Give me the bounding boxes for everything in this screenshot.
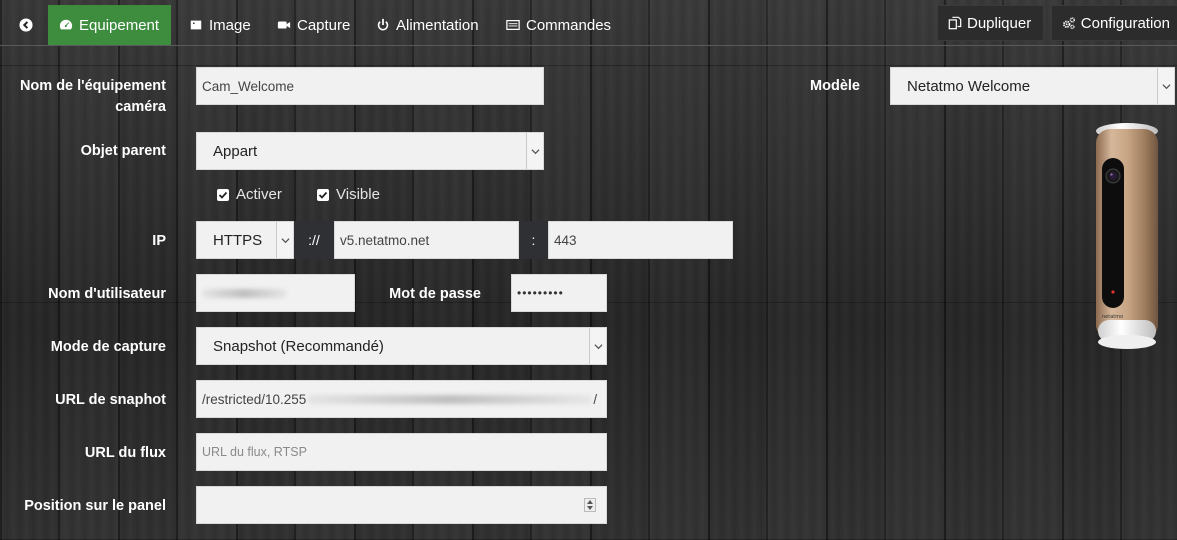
check-icon [317,188,329,201]
parent-object-label: Objet parent [80,143,166,159]
tab-alimentation[interactable]: Alimentation [365,5,489,45]
equipment-name-value: Cam_Welcome [202,78,295,94]
chevron-down-icon [276,222,293,258]
back-button[interactable] [8,5,44,45]
equipment-name-input[interactable]: Cam_Welcome [196,67,544,105]
stream-url-input[interactable]: URL du flux, RTSP [196,433,607,471]
activate-label: Activer [236,186,282,203]
snapshot-url-input[interactable]: /restricted/10.255 / [196,380,607,418]
capture-mode-select[interactable]: Snapshot (Recommandé) [196,327,607,365]
tab-label: Equipement [79,16,160,34]
password-label: Mot de passe [389,286,481,302]
host-input[interactable]: v5.netatmo.net [334,221,519,259]
stream-url-placeholder: URL du flux, RTSP [202,445,307,459]
configuration-label: Configuration [1080,14,1170,32]
visible-checkbox[interactable]: Visible [317,186,380,203]
username-input[interactable] [196,274,355,312]
tab-capture[interactable]: Capture [266,5,360,45]
capture-mode-label: Mode de capture [50,339,166,355]
visible-label: Visible [336,186,380,203]
number-spinner-icon[interactable] [584,498,596,512]
configuration-button[interactable]: Configuration [1051,5,1177,41]
duplicate-label: Dupliquer [967,14,1032,32]
duplicate-button[interactable]: Dupliquer [937,5,1044,41]
tab-label: Capture [297,16,351,34]
model-value: Netatmo Welcome [907,77,1031,95]
tab-label: Alimentation [396,16,479,34]
copy-icon [948,16,962,30]
tab-label: Commandes [526,16,612,34]
snapshot-url-prefix: /restricted/10.255 [202,391,307,407]
power-icon [375,17,391,33]
password-input[interactable]: ••••••••• [511,274,607,312]
username-label: Nom d'utilisateur [48,286,166,302]
parent-object-value: Appart [213,142,258,160]
snapshot-url-label: URL de snaphot [55,392,166,408]
password-value: ••••••••• [517,286,564,300]
chevron-down-icon [1157,68,1174,104]
tab-label: Image [209,16,251,34]
protocol-separator: :// [294,221,334,259]
snapshot-url-suffix: / [593,391,598,407]
arrow-circle-left-icon [18,17,34,33]
tab-image[interactable]: Image [178,5,261,45]
redacted-username [202,288,287,298]
model-select[interactable]: Netatmo Welcome [890,67,1175,105]
port-value: 443 [554,232,577,248]
parent-object-select[interactable]: Appart [196,132,544,170]
chevron-down-icon [589,328,606,364]
list-icon [505,17,521,33]
picture-icon [188,17,204,33]
gears-icon [1063,17,1075,30]
protocol-value: HTTPS [213,231,263,249]
panel-position-label: Position sur le panel [24,498,166,514]
tachometer-icon [58,17,74,33]
video-camera-icon [276,17,292,33]
capture-mode-value: Snapshot (Recommandé) [213,337,384,355]
activate-checkbox[interactable]: Activer [217,186,282,203]
camera-product-image: netatmo [1096,123,1158,349]
equipment-name-label: Nom de l'équipement caméra [19,78,166,115]
check-icon [217,188,229,201]
svg-text:netatmo: netatmo [1102,314,1123,320]
stream-url-label: URL du flux [84,445,166,461]
port-separator: : [519,221,548,259]
tab-equipement[interactable]: Equipement [48,5,171,45]
ip-label: IP [152,233,166,249]
chevron-down-icon [526,133,543,169]
panel-position-input[interactable] [196,486,607,524]
host-value: v5.netatmo.net [340,232,430,248]
protocol-select[interactable]: HTTPS [196,221,294,259]
model-label: Modèle [810,78,860,94]
redacted-url [307,394,593,404]
tab-bar: Equipement Image Capture Alimentation Co… [0,0,1177,46]
tab-commandes[interactable]: Commandes [495,5,621,45]
port-input[interactable]: 443 [548,221,733,259]
